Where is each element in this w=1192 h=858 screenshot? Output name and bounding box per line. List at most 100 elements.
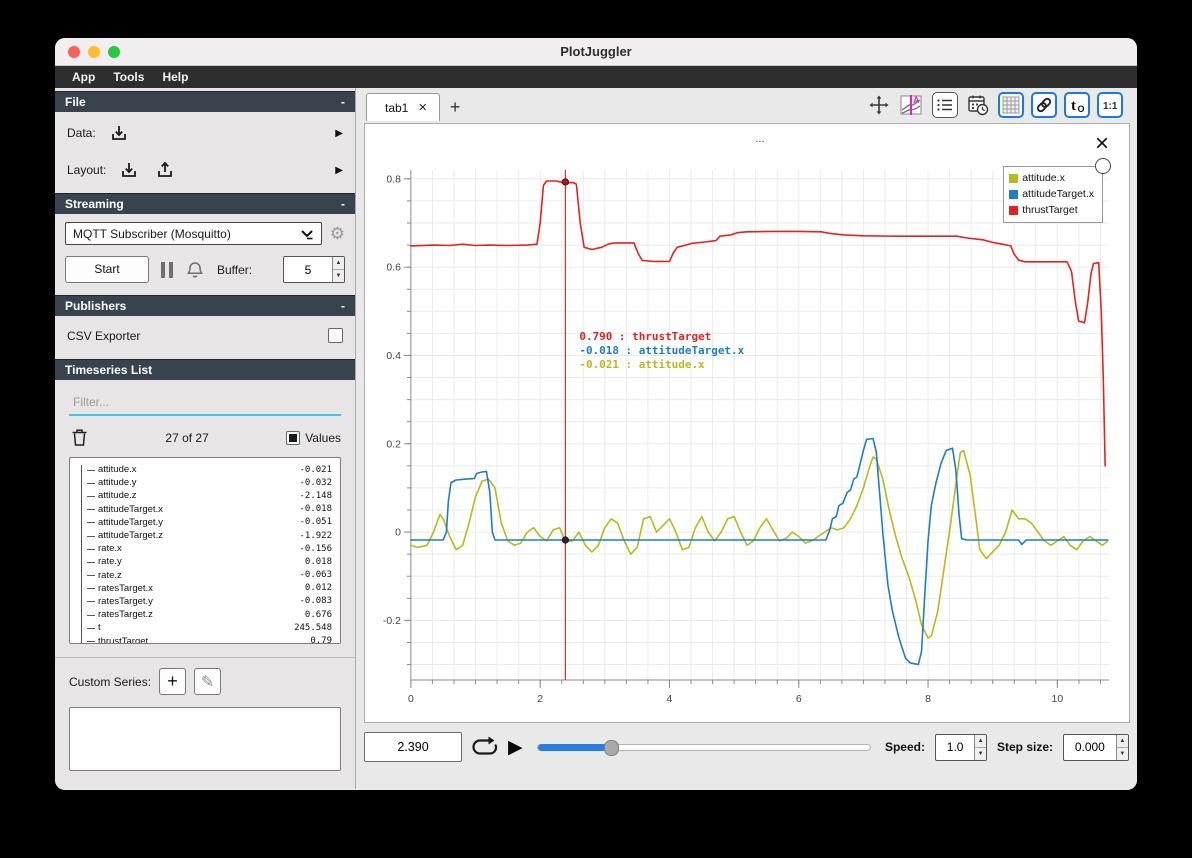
legend-item[interactable]: attitude.x bbox=[1009, 170, 1094, 186]
csv-exporter-checkbox[interactable] bbox=[328, 328, 343, 343]
speed-down-icon[interactable]: ▼ bbox=[975, 747, 986, 760]
section-header-publishers[interactable]: Publishers - bbox=[55, 295, 355, 316]
section-header-timeseries[interactable]: Timeseries List bbox=[55, 359, 355, 380]
collapse-file-icon[interactable]: - bbox=[341, 95, 345, 109]
tree-branch bbox=[87, 522, 95, 524]
legend-item[interactable]: attitudeTarget.x bbox=[1009, 186, 1094, 202]
list-item[interactable]: t 245.548 bbox=[76, 621, 332, 634]
close-tab-icon[interactable]: × bbox=[418, 100, 427, 115]
tab-tab1[interactable]: tab1 × bbox=[366, 93, 441, 121]
svg-text:6: 6 bbox=[796, 694, 802, 705]
list-item[interactable]: rate.y 0.018 bbox=[76, 555, 332, 568]
edit-custom-series-button[interactable]: ✎ bbox=[194, 668, 222, 695]
data-row: Data: ▶ bbox=[55, 112, 355, 153]
grid-layout-icon[interactable] bbox=[998, 92, 1024, 118]
list-item[interactable]: rate.x -0.156 bbox=[76, 542, 332, 555]
move-arrows-icon[interactable] bbox=[866, 92, 892, 118]
start-button[interactable]: Start bbox=[65, 256, 149, 283]
slider-handle[interactable] bbox=[603, 739, 619, 756]
loop-icon[interactable] bbox=[472, 736, 498, 758]
play-button[interactable]: ▶ bbox=[508, 738, 523, 757]
save-layout-button[interactable] bbox=[152, 159, 178, 181]
list-item[interactable]: attitudeTarget.y -0.051 bbox=[76, 516, 332, 529]
add-tab-button[interactable]: + bbox=[440, 93, 470, 121]
tree-branch bbox=[87, 509, 95, 511]
list-item[interactable]: ratesTarget.x 0.012 bbox=[76, 582, 332, 595]
tree-branch bbox=[87, 561, 95, 563]
streaming-settings-button[interactable]: ⚙ bbox=[330, 225, 345, 242]
custom-series-label: Custom Series: bbox=[69, 674, 152, 689]
svg-text:-0.2: -0.2 bbox=[383, 616, 401, 627]
load-data-button[interactable] bbox=[106, 122, 132, 144]
add-custom-series-button[interactable]: + bbox=[159, 668, 187, 695]
minimize-window-button[interactable] bbox=[88, 46, 100, 58]
legend[interactable]: attitude.x attitudeTarget.x thrustTarget bbox=[1003, 158, 1111, 223]
layout-expand-arrow-icon[interactable]: ▶ bbox=[335, 165, 343, 176]
filter-input[interactable] bbox=[69, 392, 341, 416]
title-bar: PlotJuggler bbox=[55, 38, 1137, 66]
notifications-bell-icon[interactable] bbox=[185, 260, 205, 280]
collapse-streaming-icon[interactable]: - bbox=[341, 197, 345, 211]
speed-spinbox[interactable]: ▲▼ bbox=[934, 733, 987, 761]
menu-app[interactable]: App bbox=[63, 70, 104, 84]
data-expand-arrow-icon[interactable]: ▶ bbox=[335, 128, 343, 139]
csv-exporter-label: CSV Exporter bbox=[67, 328, 141, 343]
plot-toolbar: A t O 1:1 bbox=[866, 92, 1123, 121]
timeline-slider[interactable] bbox=[536, 739, 871, 756]
speed-up-icon[interactable]: ▲ bbox=[975, 734, 986, 748]
tree-branch bbox=[87, 614, 95, 616]
list-view-icon[interactable] bbox=[932, 92, 958, 118]
speed-input[interactable] bbox=[935, 734, 975, 760]
ratio-1-1-icon[interactable]: 1:1 bbox=[1097, 92, 1123, 118]
list-item[interactable]: attitudeTarget.z -1.922 bbox=[76, 529, 332, 542]
streaming-source-select[interactable]: MQTT Subscriber (Mosquitto) bbox=[65, 222, 322, 245]
tree-branch bbox=[87, 588, 95, 590]
step-size-input[interactable] bbox=[1064, 734, 1116, 760]
trash-icon[interactable] bbox=[71, 428, 88, 447]
svg-text:0: 0 bbox=[408, 694, 414, 705]
curve-tracker-icon[interactable]: A bbox=[899, 92, 925, 118]
buffer-down-icon[interactable]: ▼ bbox=[332, 270, 344, 282]
step-size-spinbox[interactable]: ▲▼ bbox=[1063, 733, 1129, 761]
menu-tools[interactable]: Tools bbox=[104, 70, 153, 84]
list-item[interactable]: attitudeTarget.x -0.018 bbox=[76, 503, 332, 516]
time-offset-icon[interactable]: t O bbox=[1064, 92, 1090, 118]
legend-item[interactable]: thrustTarget bbox=[1009, 202, 1094, 218]
custom-series-list[interactable] bbox=[69, 707, 341, 771]
pause-icon[interactable] bbox=[161, 261, 173, 278]
buffer-input[interactable] bbox=[284, 257, 332, 282]
list-item[interactable]: rate.z -0.063 bbox=[76, 569, 332, 582]
values-checkbox[interactable] bbox=[286, 430, 301, 445]
list-item[interactable]: attitude.y -0.032 bbox=[76, 476, 332, 489]
close-plot-icon[interactable]: × bbox=[1095, 132, 1109, 156]
legend-handle-icon[interactable] bbox=[1095, 158, 1111, 174]
date-time-icon[interactable] bbox=[965, 92, 991, 118]
list-item[interactable]: attitude.x -0.021 bbox=[76, 463, 332, 476]
load-layout-button[interactable] bbox=[116, 159, 142, 181]
svg-text:t: t bbox=[1071, 98, 1076, 114]
window-title: PlotJuggler bbox=[560, 44, 632, 59]
buffer-spinbox[interactable]: ▲▼ bbox=[283, 256, 345, 283]
timeseries-list[interactable]: attitude.x -0.021 attitude.y -0.032 attitude… bbox=[69, 457, 341, 644]
step-up-icon[interactable]: ▲ bbox=[1116, 734, 1128, 748]
list-item[interactable]: ratesTarget.z 0.676 bbox=[76, 608, 332, 621]
step-down-icon[interactable]: ▼ bbox=[1116, 747, 1128, 760]
maximize-window-button[interactable] bbox=[108, 46, 120, 58]
collapse-publishers-icon[interactable]: - bbox=[341, 299, 345, 313]
svg-text:0.8: 0.8 bbox=[386, 174, 401, 185]
section-header-streaming[interactable]: Streaming - bbox=[55, 193, 355, 214]
buffer-up-icon[interactable]: ▲ bbox=[332, 257, 344, 270]
close-window-button[interactable] bbox=[68, 46, 80, 58]
section-header-file[interactable]: File - bbox=[55, 91, 355, 112]
list-item[interactable]: thrustTarget 0.79 bbox=[76, 634, 332, 643]
time-field[interactable] bbox=[364, 732, 462, 762]
svg-text:0: 0 bbox=[395, 528, 401, 539]
link-axes-icon[interactable] bbox=[1031, 92, 1057, 118]
plot-area[interactable]: -0.2 0 0.2 0.4 0.6 0.8 0 2 4 6 8 10... 0.790 : thru… bbox=[364, 123, 1130, 723]
menu-help[interactable]: Help bbox=[153, 70, 197, 84]
pencil-icon: ✎ bbox=[200, 673, 215, 691]
main-area: tab1 × + A t O 1:1 -0.2 0 0.2 0.4 0.6 0.… bbox=[356, 88, 1137, 789]
app-window: PlotJuggler App Tools Help File - Data: bbox=[55, 38, 1137, 790]
list-item[interactable]: attitude.z -2.148 bbox=[76, 489, 332, 502]
list-item[interactable]: ratesTarget.y -0.083 bbox=[76, 595, 332, 608]
